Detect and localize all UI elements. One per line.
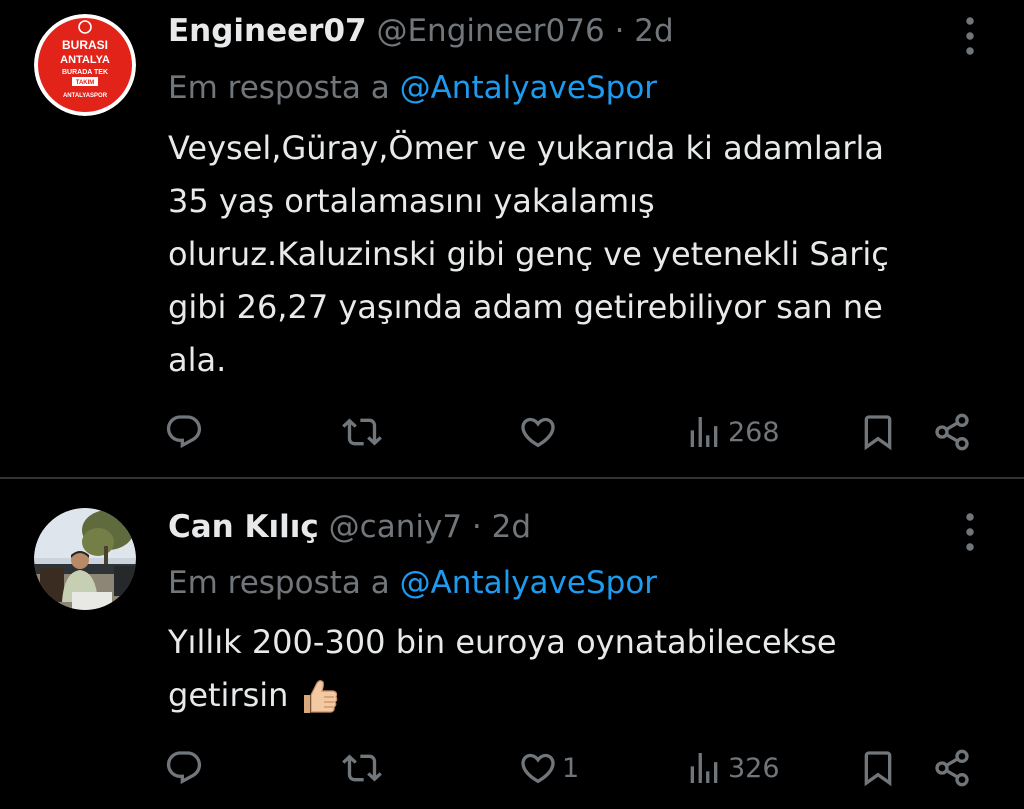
user-name[interactable]: Engineer07 bbox=[168, 13, 367, 49]
tweet-text: Yıllık 200-300 bin euroya oynatabileceks… bbox=[168, 616, 988, 722]
user-handle[interactable]: @Engineer076 bbox=[376, 13, 604, 49]
avatar[interactable] bbox=[34, 508, 136, 610]
tweet-header: Engineer07 @Engineer076 · 2d bbox=[168, 12, 674, 50]
avatar-logo-text-1: BURASI bbox=[62, 38, 108, 52]
user-name[interactable]: Can Kılıç bbox=[168, 509, 319, 545]
profile-photo-icon bbox=[34, 508, 136, 610]
tweet-text-line: 35 yaş ortalamasını yakalamış bbox=[168, 182, 655, 220]
tweet-text-line: Veysel,Güray,Ömer ve yukarıda ki adamlar… bbox=[168, 129, 884, 167]
retweet-button[interactable] bbox=[342, 748, 386, 788]
tweet-text-line: gibi 26,27 yaşında adam getirebiliyor sa… bbox=[168, 288, 883, 326]
reply-button[interactable] bbox=[164, 748, 208, 788]
reply-icon bbox=[164, 748, 204, 788]
tweet-divider bbox=[0, 477, 1024, 479]
more-options-icon[interactable] bbox=[959, 512, 981, 552]
bookmark-button[interactable] bbox=[858, 748, 898, 788]
tweet-text: Veysel,Güray,Ömer ve yukarıda ki adamlar… bbox=[168, 122, 988, 387]
views-count: 268 bbox=[728, 416, 780, 448]
tweet-text-line: getirsin bbox=[168, 669, 988, 722]
antalyaspor-logo-icon: BURASI ANTALYA BURADA TEK TAKIM ANTALYAS… bbox=[34, 14, 136, 116]
reply-icon bbox=[164, 412, 204, 452]
avatar[interactable]: BURASI ANTALYA BURADA TEK TAKIM ANTALYAS… bbox=[34, 14, 136, 116]
tweet-text-line: Yıllık 200-300 bin euroya oynatabileceks… bbox=[168, 623, 837, 661]
tweet-text-line: ala. bbox=[168, 341, 227, 379]
tweet-header: Can Kılıç @caniy7 · 2d bbox=[168, 508, 531, 546]
tweet[interactable]: BURASI ANTALYA BURADA TEK TAKIM ANTALYAS… bbox=[0, 0, 1024, 478]
like-count: 1 bbox=[562, 752, 580, 784]
tweet-text-segment: getirsin bbox=[168, 676, 289, 714]
reply-mention-link[interactable]: @AntalyaveSpor bbox=[400, 70, 657, 106]
bookmark-icon bbox=[858, 412, 898, 452]
thumbs-up-emoji-icon bbox=[304, 680, 338, 713]
avatar-logo-text-2: ANTALYA bbox=[60, 54, 110, 66]
meta-separator: · bbox=[471, 509, 482, 545]
reply-context: Em resposta a @AntalyaveSpor bbox=[168, 563, 657, 603]
retweet-icon bbox=[342, 748, 382, 788]
reply-button[interactable] bbox=[164, 412, 208, 452]
like-button[interactable] bbox=[518, 412, 562, 452]
user-handle[interactable]: @caniy7 bbox=[329, 509, 462, 545]
meta-separator: · bbox=[614, 13, 625, 49]
more-options-icon[interactable] bbox=[959, 16, 981, 56]
avatar-logo-text-3: BURADA TEK bbox=[62, 69, 108, 76]
retweet-icon bbox=[342, 412, 382, 452]
reply-context: Em resposta a @AntalyaveSpor bbox=[168, 68, 657, 108]
like-button[interactable]: 1 bbox=[518, 748, 579, 788]
bookmark-icon bbox=[858, 748, 898, 788]
views-count: 326 bbox=[728, 752, 780, 784]
tweet-time[interactable]: 2d bbox=[634, 13, 673, 49]
share-button[interactable] bbox=[932, 748, 972, 788]
tweet-time[interactable]: 2d bbox=[492, 509, 531, 545]
views-icon bbox=[684, 412, 724, 452]
views-button[interactable]: 326 bbox=[684, 748, 780, 788]
retweet-button[interactable] bbox=[342, 412, 386, 452]
reply-prefix: Em resposta a bbox=[168, 70, 390, 106]
avatar-logo-text-4: TAKIM bbox=[76, 80, 95, 86]
bookmark-button[interactable] bbox=[858, 412, 898, 452]
share-icon bbox=[932, 412, 972, 452]
tweet-text-line: oluruz.Kaluzinski gibi genç ve yetenekli… bbox=[168, 235, 889, 273]
share-icon bbox=[932, 748, 972, 788]
share-button[interactable] bbox=[932, 412, 972, 452]
avatar-logo-text-5: ANTALYASPOR bbox=[63, 93, 108, 99]
like-icon bbox=[518, 412, 558, 452]
views-button[interactable]: 268 bbox=[684, 412, 780, 452]
like-icon bbox=[518, 748, 558, 788]
reply-mention-link[interactable]: @AntalyaveSpor bbox=[400, 565, 657, 601]
tweet[interactable]: Can Kılıç @caniy7 · 2d Em resposta a @An… bbox=[0, 480, 1024, 809]
reply-prefix: Em resposta a bbox=[168, 565, 390, 601]
views-icon bbox=[684, 748, 724, 788]
